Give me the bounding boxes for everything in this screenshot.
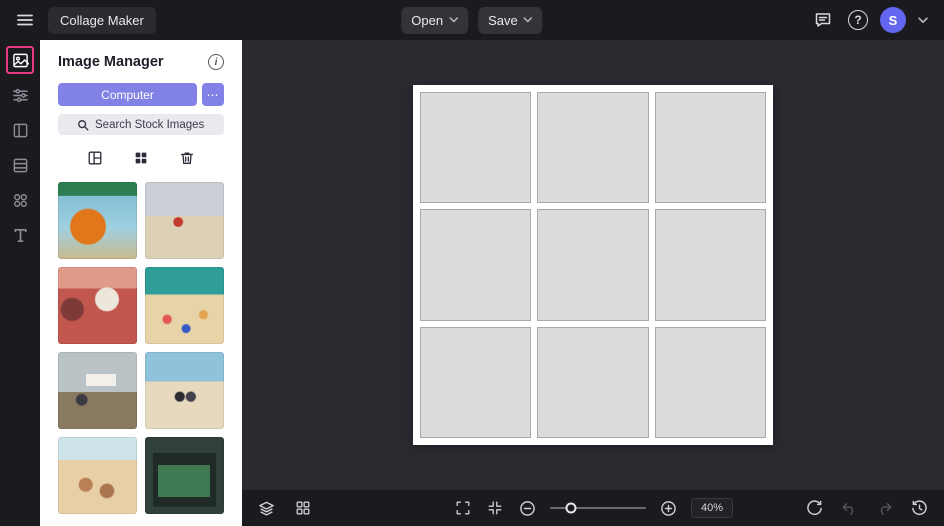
zoom-out-button[interactable] — [517, 498, 538, 519]
collage-sheet — [413, 85, 773, 445]
bottombar-left-group — [256, 498, 313, 519]
search-input[interactable] — [95, 118, 205, 131]
rail-item-adjust[interactable] — [6, 81, 34, 109]
collage-cell[interactable] — [537, 209, 649, 321]
image-icon — [12, 52, 29, 69]
photo-thumbnail-5[interactable] — [58, 352, 137, 429]
more-options-button[interactable]: ⋯ — [202, 83, 224, 106]
panel-title: Image Manager — [58, 54, 164, 70]
help-icon: ? — [848, 10, 868, 30]
open-button-label: Open — [411, 12, 444, 28]
photo-thumbnail-8[interactable] — [145, 437, 224, 514]
source-row: Computer ⋯ — [58, 83, 224, 106]
grid-layout-icon[interactable] — [85, 148, 105, 168]
hamburger-menu-button[interactable] — [12, 7, 38, 33]
grid-icon — [295, 500, 311, 516]
shrink-icon — [487, 500, 503, 516]
topbar-center-group: Open Save — [401, 0, 543, 40]
zoom-out-icon — [519, 500, 536, 517]
chevron-down-icon — [449, 17, 458, 23]
zoom-slider-track — [549, 507, 646, 509]
zoom-in-button[interactable] — [658, 498, 679, 519]
actual-size-button[interactable] — [485, 498, 505, 518]
save-button-label: Save — [488, 12, 518, 28]
tool-rail — [0, 40, 40, 526]
templates-icon — [12, 157, 29, 174]
grid-view-button[interactable] — [293, 498, 313, 518]
stock-image-search[interactable] — [58, 114, 224, 135]
frame-layout-icon — [12, 122, 29, 139]
rail-item-images[interactable] — [6, 46, 34, 74]
zoom-in-icon — [660, 500, 677, 517]
info-icon[interactable]: i — [208, 54, 224, 70]
hamburger-icon — [16, 11, 34, 29]
rail-item-elements[interactable] — [6, 186, 34, 214]
collage-cell[interactable] — [654, 326, 766, 438]
collage-cell[interactable] — [537, 326, 649, 438]
fit-to-screen-button[interactable] — [453, 498, 473, 518]
redo-button[interactable] — [874, 498, 895, 519]
collage-cell[interactable] — [654, 92, 766, 204]
collage-layout-icon[interactable] — [131, 148, 151, 168]
thumbnail-tools-row — [58, 148, 224, 168]
layers-button[interactable] — [256, 498, 277, 519]
photo-thumbnail-1[interactable] — [58, 182, 137, 259]
topbar-right-group: ? S — [810, 6, 932, 34]
bottombar-right-group — [804, 498, 930, 519]
feedback-button[interactable] — [810, 7, 836, 33]
collage-cell[interactable] — [537, 92, 649, 204]
computer-upload-button[interactable]: Computer — [58, 83, 197, 106]
topbar-left-group: Collage Maker — [12, 6, 156, 34]
collage-cell[interactable] — [420, 92, 532, 204]
undo-button[interactable] — [839, 498, 860, 519]
undo-icon — [841, 500, 858, 517]
canvas-area: 40% — [242, 40, 944, 526]
expand-icon — [455, 500, 471, 516]
refresh-canvas-button[interactable] — [804, 498, 825, 519]
avatar[interactable]: S — [880, 7, 906, 33]
photo-thumbnail-3[interactable] — [58, 267, 137, 344]
chevron-down-icon — [523, 17, 533, 23]
top-bar: Collage Maker Open Save ? S — [0, 0, 944, 40]
shapes-icon — [12, 192, 29, 209]
image-manager-panel: Image Manager i Computer ⋯ — [40, 40, 242, 526]
app-window: Collage Maker Open Save ? S Image Manage… — [0, 0, 944, 526]
zoom-slider[interactable] — [549, 502, 646, 514]
bottom-toolbar: 40% — [242, 490, 944, 526]
zoom-controls: 40% — [453, 498, 734, 519]
app-title-button[interactable]: Collage Maker — [48, 6, 156, 34]
collage-cell[interactable] — [420, 209, 532, 321]
chevron-down-icon — [918, 16, 928, 24]
save-button[interactable]: Save — [478, 6, 543, 34]
search-icon — [77, 119, 89, 131]
rotate-icon — [806, 499, 823, 517]
photo-thumbnail-2[interactable] — [145, 182, 224, 259]
text-icon — [12, 227, 29, 244]
redo-icon — [876, 500, 893, 517]
account-menu-button[interactable] — [914, 13, 932, 28]
zoom-level-value[interactable]: 40% — [690, 498, 734, 518]
photo-thumbnail-6[interactable] — [145, 352, 224, 429]
layers-icon — [258, 500, 275, 517]
panel-header: Image Manager i — [58, 54, 224, 70]
sheet-area — [242, 40, 944, 490]
history-icon — [911, 499, 928, 517]
comment-icon — [814, 11, 832, 29]
rail-item-frames[interactable] — [6, 116, 34, 144]
content-area: Image Manager i Computer ⋯ Search Stock … — [0, 40, 944, 526]
open-button[interactable]: Open — [401, 6, 469, 34]
photo-thumbnail-4[interactable] — [145, 267, 224, 344]
zoom-slider-knob[interactable] — [565, 502, 577, 514]
thumbnail-grid — [58, 182, 224, 514]
sliders-icon — [12, 87, 29, 104]
collage-cell[interactable] — [654, 209, 766, 321]
rail-item-templates[interactable] — [6, 151, 34, 179]
rail-item-text[interactable] — [6, 221, 34, 249]
collage-cell[interactable] — [420, 326, 532, 438]
trash-icon[interactable] — [177, 148, 197, 168]
photo-thumbnail-7[interactable] — [58, 437, 137, 514]
history-button[interactable] — [909, 498, 930, 519]
help-button[interactable]: ? — [844, 6, 872, 34]
